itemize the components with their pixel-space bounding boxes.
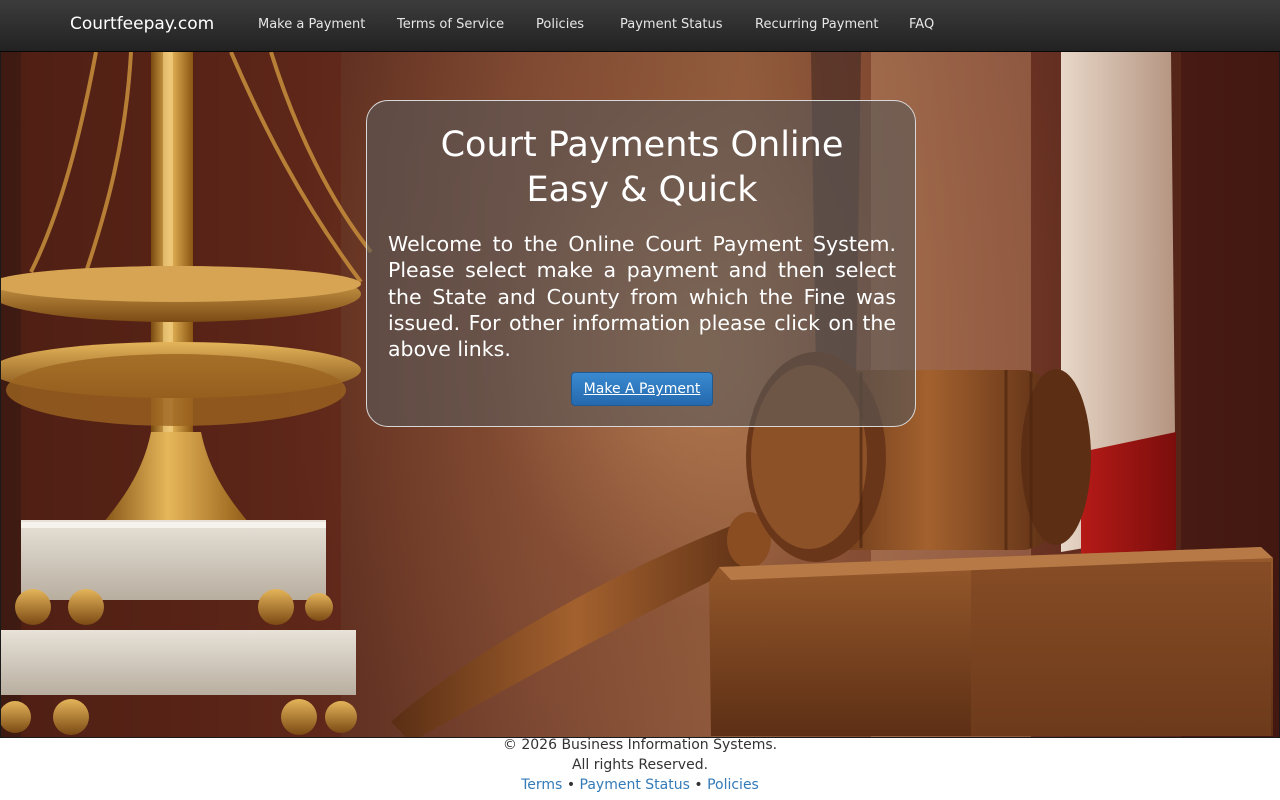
footer-separator: • <box>566 777 576 793</box>
footer-terms-link[interactable]: Terms <box>521 777 562 793</box>
brand-link[interactable]: Courtfeepay.com <box>70 14 214 34</box>
nav-terms-of-service[interactable]: Terms of Service <box>397 17 504 32</box>
footer-copyright: © 2026 Business Information Systems. <box>502 737 778 753</box>
nav-policies[interactable]: Policies <box>536 17 584 32</box>
nav-payment-status[interactable]: Payment Status <box>620 17 722 32</box>
nav-recurring-payment[interactable]: Recurring Payment <box>755 17 878 32</box>
nav-faq[interactable]: FAQ <box>909 17 934 32</box>
welcome-panel: Court Payments Online Easy & Quick Welco… <box>366 100 916 427</box>
make-a-payment-button[interactable]: Make A Payment <box>571 372 713 406</box>
top-navbar: Courtfeepay.com Make a Payment Terms of … <box>0 0 1280 52</box>
hero-banner: Court Payments Online Easy & Quick Welco… <box>0 52 1280 738</box>
footer-payment-status-link[interactable]: Payment Status <box>580 777 690 793</box>
footer-links: Terms • Payment Status • Policies <box>0 775 1280 795</box>
hero-title: Court Payments Online Easy & Quick <box>367 123 917 213</box>
footer-policies-link[interactable]: Policies <box>707 777 759 793</box>
hero-title-line2: Easy & Quick <box>526 170 758 210</box>
footer-separator: • <box>694 777 703 793</box>
hero-title-line1: Court Payments Online <box>440 125 844 165</box>
welcome-message: Welcome to the Online Court Payment Syst… <box>388 232 896 362</box>
nav-make-a-payment[interactable]: Make a Payment <box>258 17 365 32</box>
footer-rights: All rights Reserved. <box>571 757 709 773</box>
